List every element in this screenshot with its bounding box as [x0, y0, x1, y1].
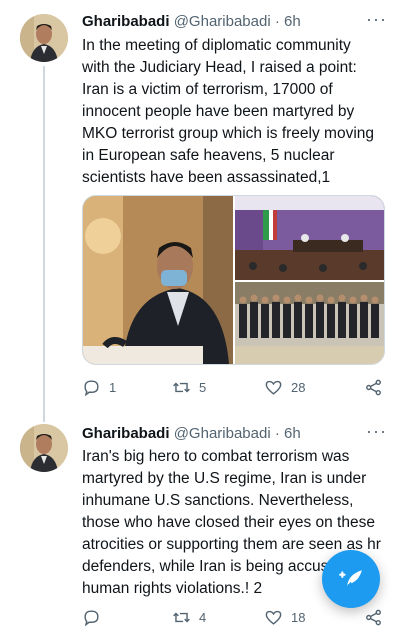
separator-dot: ·	[274, 13, 280, 30]
author-name[interactable]: Gharibabadi	[82, 13, 170, 30]
compose-tweet-icon	[339, 570, 362, 590]
retweet-icon	[173, 382, 190, 393]
reply-button[interactable]: 1	[82, 378, 116, 397]
retweet-button[interactable]: 4	[172, 608, 206, 627]
avatar[interactable]	[20, 14, 68, 62]
avatar-image	[20, 424, 68, 472]
like-button[interactable]: 18	[264, 608, 305, 627]
media-photos	[83, 196, 384, 364]
share-icon	[366, 379, 381, 396]
tweet-actions: 1 5 28	[82, 378, 387, 402]
retweet-icon	[173, 612, 190, 623]
share-icon	[366, 609, 381, 626]
photo-signing[interactable]	[83, 196, 233, 364]
reply-button[interactable]	[82, 608, 109, 627]
reply-icon	[84, 610, 99, 627]
like-count: 28	[291, 380, 306, 395]
tweet-text: In the meeting of diplomatic community w…	[82, 37, 375, 186]
more-icon[interactable]: ···	[366, 9, 387, 30]
avatar-image	[20, 14, 68, 62]
author-handle[interactable]: @Gharibabadi	[174, 13, 271, 30]
share-button[interactable]	[364, 608, 383, 627]
retweet-count: 5	[199, 380, 207, 395]
reply-icon	[84, 380, 99, 397]
retweet-button[interactable]: 5	[172, 378, 206, 397]
author-name[interactable]: Gharibabadi	[82, 425, 170, 442]
photo-group[interactable]	[235, 282, 384, 364]
tweet-media[interactable]	[82, 195, 385, 365]
like-count: 18	[291, 610, 306, 625]
share-button[interactable]	[364, 378, 383, 397]
like-button[interactable]: 28	[264, 378, 305, 397]
like-icon	[265, 380, 282, 395]
like-icon	[265, 610, 282, 625]
tweet-actions: 4 18	[82, 608, 387, 632]
photo-meeting-hall[interactable]	[235, 196, 384, 280]
timestamp[interactable]: 6h	[284, 13, 301, 30]
separator-dot: ·	[274, 425, 280, 442]
timestamp[interactable]: 6h	[284, 425, 301, 442]
avatar[interactable]	[20, 424, 68, 472]
compose-tweet-button[interactable]	[322, 550, 380, 608]
retweet-count: 4	[199, 610, 207, 625]
author-handle[interactable]: @Gharibabadi	[174, 425, 271, 442]
tweet-1[interactable]: Gharibabadi @Gharibabadi · 6h ··· In the…	[0, 0, 402, 410]
reply-count: 1	[109, 380, 117, 395]
more-icon[interactable]: ···	[366, 421, 387, 442]
